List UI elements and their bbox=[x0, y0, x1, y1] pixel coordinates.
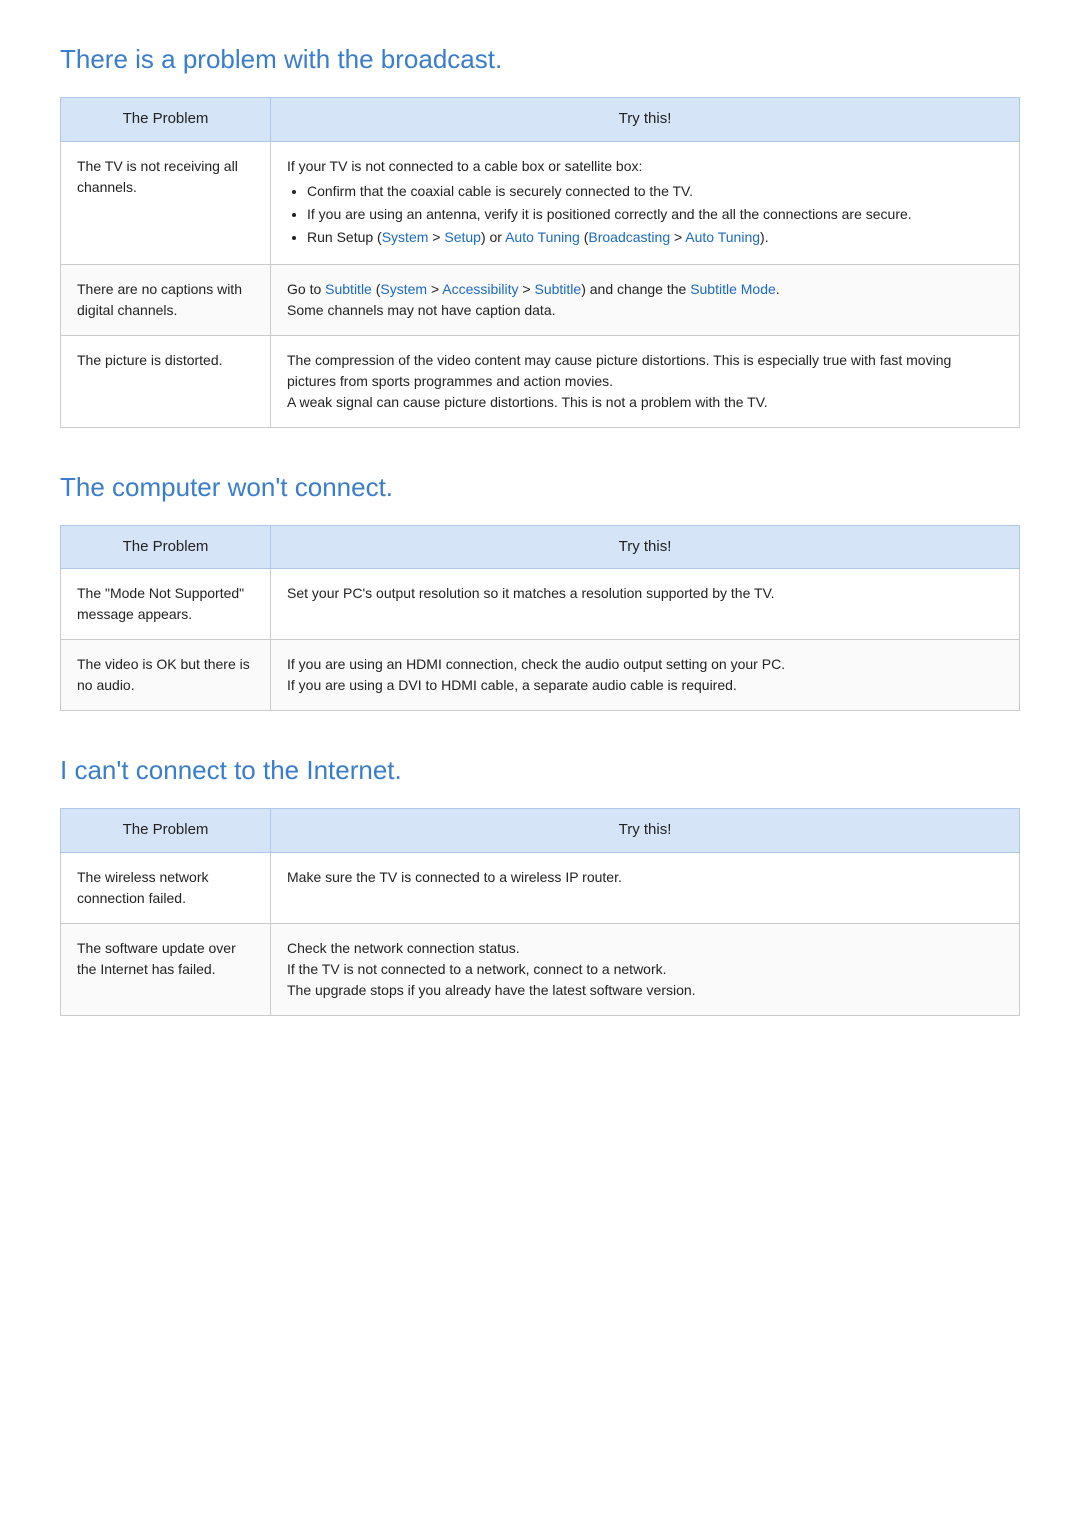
internet-table: The Problem Try this! The wireless netwo… bbox=[60, 808, 1020, 1016]
broadcast-table: The Problem Try this! The TV is not rece… bbox=[60, 97, 1020, 428]
problem-cell: The video is OK but there is no audio. bbox=[61, 640, 271, 711]
subtitle-link2[interactable]: Subtitle bbox=[535, 281, 582, 297]
try-cell: Check the network connection status. If … bbox=[271, 923, 1020, 1015]
system-link2[interactable]: System bbox=[380, 281, 427, 297]
internet-col-try: Try this! bbox=[271, 809, 1020, 853]
table-row: The wireless network connection failed. … bbox=[61, 852, 1020, 923]
table-row: The video is OK but there is no audio. I… bbox=[61, 640, 1020, 711]
problem-cell: The TV is not receiving all channels. bbox=[61, 141, 271, 264]
table-row: The picture is distorted. The compressio… bbox=[61, 335, 1020, 427]
list-item: If you are using an antenna, verify it i… bbox=[307, 204, 1003, 225]
try-cell: Set your PC's output resolution so it ma… bbox=[271, 569, 1020, 640]
section-title-computer: The computer won't connect. bbox=[60, 468, 1020, 507]
problem-cell: The picture is distorted. bbox=[61, 335, 271, 427]
problem-cell: There are no captions with digital chann… bbox=[61, 264, 271, 335]
section-title-broadcast: There is a problem with the broadcast. bbox=[60, 40, 1020, 79]
accessibility-link[interactable]: Accessibility bbox=[442, 281, 518, 297]
table-row: The "Mode Not Supported" message appears… bbox=[61, 569, 1020, 640]
list-item: Run Setup (System > Setup) or Auto Tunin… bbox=[307, 227, 1003, 248]
setup-link[interactable]: Setup bbox=[444, 229, 481, 245]
table-row: The software update over the Internet ha… bbox=[61, 923, 1020, 1015]
problem-cell: The software update over the Internet ha… bbox=[61, 923, 271, 1015]
subtitle-mode-link[interactable]: Subtitle Mode bbox=[690, 281, 776, 297]
problem-cell: The wireless network connection failed. bbox=[61, 852, 271, 923]
try-cell: If your TV is not connected to a cable b… bbox=[271, 141, 1020, 264]
table-row: The TV is not receiving all channels. If… bbox=[61, 141, 1020, 264]
computer-table: The Problem Try this! The "Mode Not Supp… bbox=[60, 525, 1020, 712]
computer-col-try: Try this! bbox=[271, 525, 1020, 569]
broadcast-col-try: Try this! bbox=[271, 98, 1020, 142]
auto-tuning-link[interactable]: Auto Tuning bbox=[505, 229, 580, 245]
subtitle-link[interactable]: Subtitle bbox=[325, 281, 372, 297]
system-link[interactable]: System bbox=[382, 229, 429, 245]
internet-col-problem: The Problem bbox=[61, 809, 271, 853]
list-item: Confirm that the coaxial cable is secure… bbox=[307, 181, 1003, 202]
broadcast-col-problem: The Problem bbox=[61, 98, 271, 142]
try-cell: Make sure the TV is connected to a wirel… bbox=[271, 852, 1020, 923]
try-cell: The compression of the video content may… bbox=[271, 335, 1020, 427]
table-row: There are no captions with digital chann… bbox=[61, 264, 1020, 335]
auto-tuning-link2[interactable]: Auto Tuning bbox=[685, 229, 760, 245]
broadcasting-link[interactable]: Broadcasting bbox=[588, 229, 670, 245]
section-title-internet: I can't connect to the Internet. bbox=[60, 751, 1020, 790]
computer-col-problem: The Problem bbox=[61, 525, 271, 569]
try-cell: Go to Subtitle (System > Accessibility >… bbox=[271, 264, 1020, 335]
problem-cell: The "Mode Not Supported" message appears… bbox=[61, 569, 271, 640]
try-cell: If you are using an HDMI connection, che… bbox=[271, 640, 1020, 711]
